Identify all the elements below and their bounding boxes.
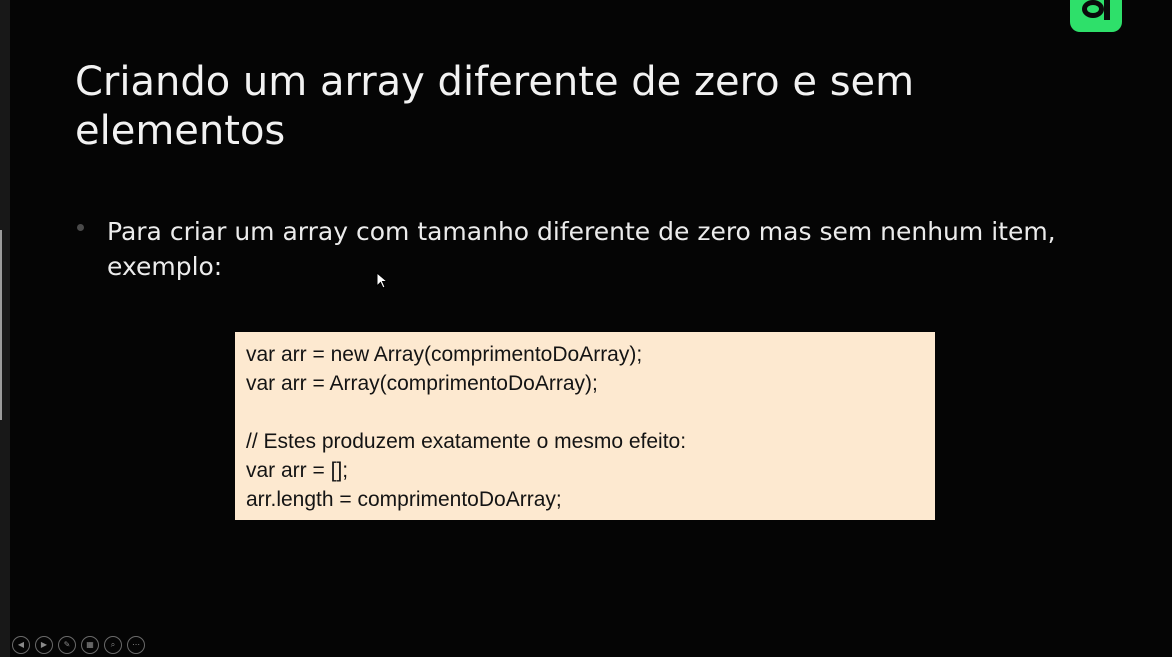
code-example-box: var arr = new Array(comprimentoDoArray);… (235, 332, 935, 520)
logo-letter-bowl (1082, 0, 1104, 18)
zoom-icon[interactable]: ⌕ (104, 636, 122, 654)
next-slide-icon[interactable]: ▶ (35, 636, 53, 654)
mouse-cursor-icon (376, 272, 388, 289)
code-line: var arr = Array(comprimentoDoArray); (246, 372, 598, 395)
code-line: var arr = []; (246, 459, 349, 482)
left-sidebar-edge (0, 0, 10, 657)
logo-letter-stem (1104, 0, 1110, 20)
code-line: arr.length = comprimentoDoArray; (246, 488, 562, 511)
previous-slide-icon[interactable]: ◀ (12, 636, 30, 654)
slide-title: Criando um array diferente de zero e sem… (75, 59, 915, 154)
code-line: var arr = new Array(comprimentoDoArray); (246, 343, 643, 366)
slideshow-toolbar: ◀ ▶ ✎ ▦ ⌕ ⋯ (12, 636, 145, 654)
brand-logo-icon (1070, 0, 1122, 32)
sidebar-edge-highlight (0, 230, 2, 420)
pen-icon[interactable]: ✎ (58, 636, 76, 654)
presentation-stage: Criando um array diferente de zero e sem… (0, 0, 1172, 657)
more-options-icon[interactable]: ⋯ (127, 636, 145, 654)
bullet-point-icon (77, 224, 84, 231)
slides-overview-icon[interactable]: ▦ (81, 636, 99, 654)
code-comment-line: // Estes produzem exatamente o mesmo efe… (246, 430, 687, 453)
bullet-text: Para criar um array com tamanho diferent… (107, 217, 1056, 281)
